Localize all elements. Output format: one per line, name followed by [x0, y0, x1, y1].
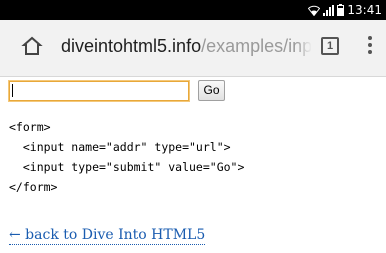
- signal-icon: [323, 4, 335, 16]
- code-sample: <form> <input name="addr" type="url"> <i…: [9, 117, 244, 197]
- home-icon[interactable]: [21, 35, 43, 57]
- menu-icon[interactable]: [368, 36, 372, 54]
- status-time: 13:41: [347, 3, 382, 17]
- code-line: <input type="submit" value="Go">: [9, 160, 245, 174]
- tab-switcher-button[interactable]: 1: [321, 37, 339, 55]
- code-line: </form>: [9, 180, 58, 194]
- status-bar: 13:41: [0, 0, 386, 20]
- address-bar[interactable]: diveintohtml5.info/examples/input-: [61, 34, 311, 58]
- wifi-icon: [308, 5, 321, 16]
- url-path: /examples/input-: [201, 36, 311, 56]
- url-host: diveintohtml5.info: [61, 36, 202, 56]
- go-submit-button[interactable]: Go: [198, 80, 225, 101]
- code-line: <input name="addr" type="url">: [9, 140, 231, 154]
- url-input[interactable]: [8, 80, 190, 102]
- battery-icon: [337, 4, 345, 16]
- text-caret: [12, 84, 13, 97]
- url-fade: [296, 34, 312, 58]
- status-icons: 13:41: [308, 2, 382, 18]
- browser-toolbar: diveintohtml5.info/examples/input- 1: [0, 20, 386, 77]
- code-line: <form>: [9, 120, 51, 134]
- back-to-dive-into-html5-link[interactable]: ← back to Dive Into HTML5: [9, 226, 206, 245]
